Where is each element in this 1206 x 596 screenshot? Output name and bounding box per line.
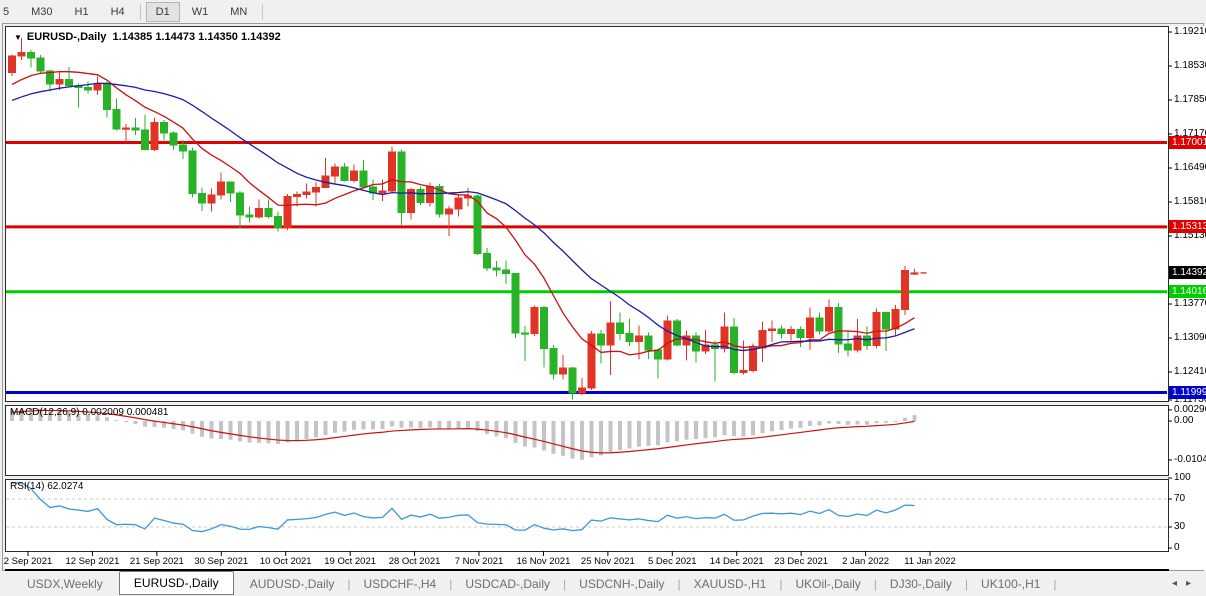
rsi-tick-label: 0 (1174, 542, 1180, 553)
date-tick-label: 7 Nov 2021 (444, 556, 514, 567)
timeframe-button-h4[interactable]: H4 (101, 2, 135, 22)
symbol-label: EURUSD-,Daily (27, 31, 106, 43)
date-tick-label: 23 Dec 2021 (766, 556, 836, 567)
date-tick-label: 2 Sep 2021 (0, 556, 63, 567)
macd-tick-label: 0.002966 (1174, 404, 1206, 415)
price-tick-label: 1.13770 (1174, 298, 1206, 309)
timeframe-button-m30[interactable]: M30 (21, 2, 62, 22)
date-tick-label: 16 Nov 2021 (508, 556, 578, 567)
timeframe-toolbar: 5M30H1H4 D1W1MN (0, 0, 1206, 23)
macd-indicator-label: MACD(12,26,9) 0.002009 0.000481 (10, 407, 168, 418)
date-tick-label: 19 Oct 2021 (315, 556, 385, 567)
price-tick-label: 1.19210 (1174, 26, 1206, 37)
rsi-tick-label: 100 (1174, 472, 1191, 483)
rsi-panel (5, 479, 1169, 552)
tab-uk100-h1[interactable]: UK100-,H1 (968, 574, 1053, 594)
date-tick-label: 25 Nov 2021 (573, 556, 643, 567)
level-price-badge: 1.17001 (1169, 136, 1206, 149)
price-tick-label: 1.13090 (1174, 332, 1206, 343)
price-tick-label: 1.12410 (1174, 366, 1206, 377)
level-price-badge: 1.14016 (1169, 285, 1206, 298)
timeframe-button-5[interactable]: 5 (0, 2, 19, 22)
tab-ukoil-daily[interactable]: UKOil-,Daily (782, 574, 873, 594)
toolbar-separator (262, 4, 263, 20)
timeframe-buttons: 5M30H1H4 D1W1MN (0, 2, 267, 22)
current-price-badge: 1.14392 (1169, 266, 1206, 279)
date-tick-label: 11 Jan 2022 (895, 556, 965, 567)
date-tick-label: 12 Sep 2021 (57, 556, 127, 567)
date-tick-label: 5 Dec 2021 (637, 556, 707, 567)
tab-separator: | (1053, 577, 1056, 591)
macd-tick-label: -0.01042 (1174, 454, 1206, 465)
price-tick-label: 1.16490 (1174, 162, 1206, 173)
date-tick-label: 2 Jan 2022 (831, 556, 901, 567)
tab-usdx-weekly[interactable]: USDX,Weekly (14, 574, 116, 594)
tab-eurusd-daily[interactable]: EURUSD-,Daily (119, 571, 234, 595)
tab-usdcad-daily[interactable]: USDCAD-,Daily (452, 574, 563, 594)
tab-dj30-daily[interactable]: DJ30-,Daily (877, 574, 965, 594)
chart-title: ▼ EURUSD-,Daily 1.14385 1.14473 1.14350 1… (14, 31, 281, 43)
timeframe-button-h1[interactable]: H1 (65, 2, 99, 22)
tab-usdcnh-daily[interactable]: USDCNH-,Daily (566, 574, 677, 594)
price-tick-label: 1.18530 (1174, 60, 1206, 71)
price-tick-label: 1.17850 (1174, 94, 1206, 105)
ohlc-values: 1.14385 1.14473 1.14350 1.14392 (113, 31, 281, 43)
rsi-tick-label: 70 (1174, 493, 1185, 504)
level-price-badge: 1.11999 (1169, 386, 1206, 399)
date-tick-label: 14 Dec 2021 (702, 556, 772, 567)
mt4-terminal: 5M30H1H4 D1W1MN ▼ EURUSD-,Daily 1.14385 1.… (0, 0, 1206, 596)
level-price-badge: 1.15313 (1169, 220, 1206, 233)
chart-tabs: USDX,Weekly|EURUSD-,Daily|AUDUSD-,Daily|… (14, 573, 1057, 595)
date-tick-label: 28 Oct 2021 (380, 556, 450, 567)
tab-scroll-arrows: ◂▸ (1172, 578, 1200, 589)
rsi-tick-label: 30 (1174, 521, 1185, 532)
price-tick-label: 1.15810 (1174, 196, 1206, 207)
timeframe-button-w1[interactable]: W1 (182, 2, 219, 22)
tab-usdchf-h4[interactable]: USDCHF-,H4 (351, 574, 450, 594)
timeframe-button-d1[interactable]: D1 (146, 2, 180, 22)
tab-scroll-left-icon[interactable]: ◂ (1172, 578, 1186, 589)
timeframe-button-mn[interactable]: MN (220, 2, 257, 22)
date-tick-label: 21 Sep 2021 (122, 556, 192, 567)
chart-dropdown-icon[interactable]: ▼ (14, 33, 22, 42)
tab-scroll-right-icon[interactable]: ▸ (1186, 578, 1200, 589)
tab-xauusd-h1[interactable]: XAUUSD-,H1 (681, 574, 780, 594)
tab-audusd-daily[interactable]: AUDUSD-,Daily (237, 574, 348, 594)
macd-panel (5, 405, 1169, 476)
date-tick-label: 10 Oct 2021 (251, 556, 321, 567)
date-tick-label: 30 Sep 2021 (186, 556, 256, 567)
rsi-indicator-label: RSI(14) 62.0274 (10, 481, 83, 492)
chart-tabbar: USDX,Weekly|EURUSD-,Daily|AUDUSD-,Daily|… (0, 571, 1206, 596)
price-chart-panel (5, 26, 1169, 402)
macd-tick-label: 0.00 (1174, 415, 1193, 426)
toolbar-separator (140, 4, 141, 20)
